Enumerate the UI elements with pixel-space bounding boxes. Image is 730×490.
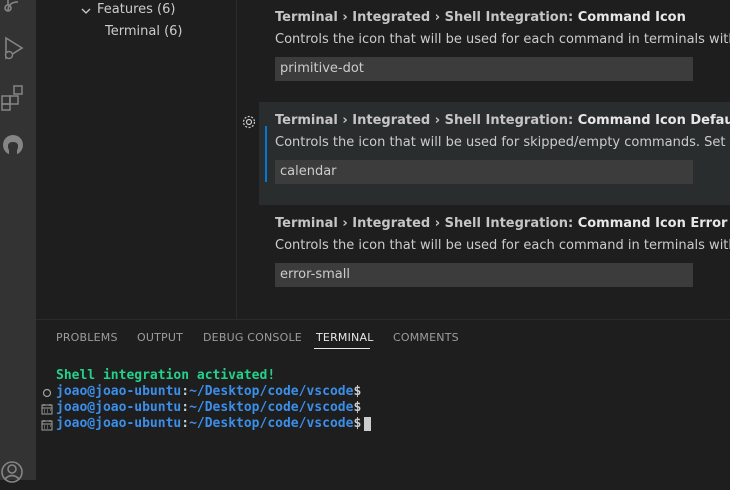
- settings-list: Terminal › Integrated › Shell Integratio…: [237, 0, 730, 319]
- tab-debug-console[interactable]: DEBUG CONSOLE: [203, 331, 302, 344]
- tab-output[interactable]: OUTPUT: [137, 331, 183, 344]
- focus-indicator: [265, 126, 267, 182]
- extensions-icon[interactable]: [0, 84, 28, 112]
- setting-input-command-icon[interactable]: primitive-dot: [275, 57, 693, 81]
- account-icon[interactable]: [0, 458, 28, 486]
- terminal-cursor: [364, 416, 372, 431]
- tab-comments[interactable]: COMMENTS: [393, 331, 459, 344]
- github-icon[interactable]: [0, 131, 28, 159]
- primitive-dot-icon[interactable]: [41, 387, 53, 399]
- calendar-icon[interactable]: [41, 419, 53, 431]
- terminal-banner: Shell integration activated!: [56, 368, 276, 383]
- active-tab-indicator: [314, 348, 370, 349]
- terminal-line: joao@joao-ubuntu:~/Desktop/code/vscode$: [56, 416, 372, 432]
- terminal-line: joao@joao-ubuntu:~/Desktop/code/vscode$: [56, 400, 362, 415]
- chevron-down-icon[interactable]: [79, 4, 93, 18]
- setting-command-icon-default: Terminal › Integrated › Shell Integratio…: [242, 102, 730, 205]
- terminal-line: joao@joao-ubuntu:~/Desktop/code/vscode$: [56, 384, 362, 399]
- setting-command-icon-error: Terminal › Integrated › Shell Integratio…: [259, 205, 730, 308]
- setting-title: Terminal › Integrated › Shell Integratio…: [275, 216, 728, 231]
- setting-title: Terminal › Integrated › Shell Integratio…: [275, 10, 686, 25]
- activity-bar: [0, 0, 36, 483]
- tab-terminal[interactable]: TERMINAL: [316, 331, 374, 344]
- tab-problems[interactable]: PROBLEMS: [56, 331, 118, 344]
- run-debug-icon[interactable]: [0, 34, 28, 62]
- setting-description: Controls the icon that will be used for …: [275, 135, 730, 150]
- setting-command-icon: Terminal › Integrated › Shell Integratio…: [259, 0, 730, 102]
- setting-description: Controls the icon that will be used for …: [275, 238, 730, 253]
- setting-input-command-icon-error[interactable]: error-small: [275, 263, 693, 287]
- source-control-icon[interactable]: [0, 0, 28, 22]
- toc-item-terminal[interactable]: Terminal (6): [105, 22, 183, 42]
- setting-title: Terminal › Integrated › Shell Integratio…: [275, 113, 730, 128]
- gear-icon[interactable]: [241, 114, 257, 130]
- bottom-panel: PROBLEMS OUTPUT DEBUG CONSOLE TERMINAL C…: [36, 319, 730, 481]
- setting-input-command-icon-default[interactable]: calendar: [275, 160, 693, 184]
- calendar-icon[interactable]: [41, 403, 53, 415]
- settings-toc: Features (6) Terminal (6): [36, 0, 236, 319]
- toc-item-features[interactable]: Features (6): [97, 0, 175, 20]
- setting-description: Controls the icon that will be used for …: [275, 32, 730, 47]
